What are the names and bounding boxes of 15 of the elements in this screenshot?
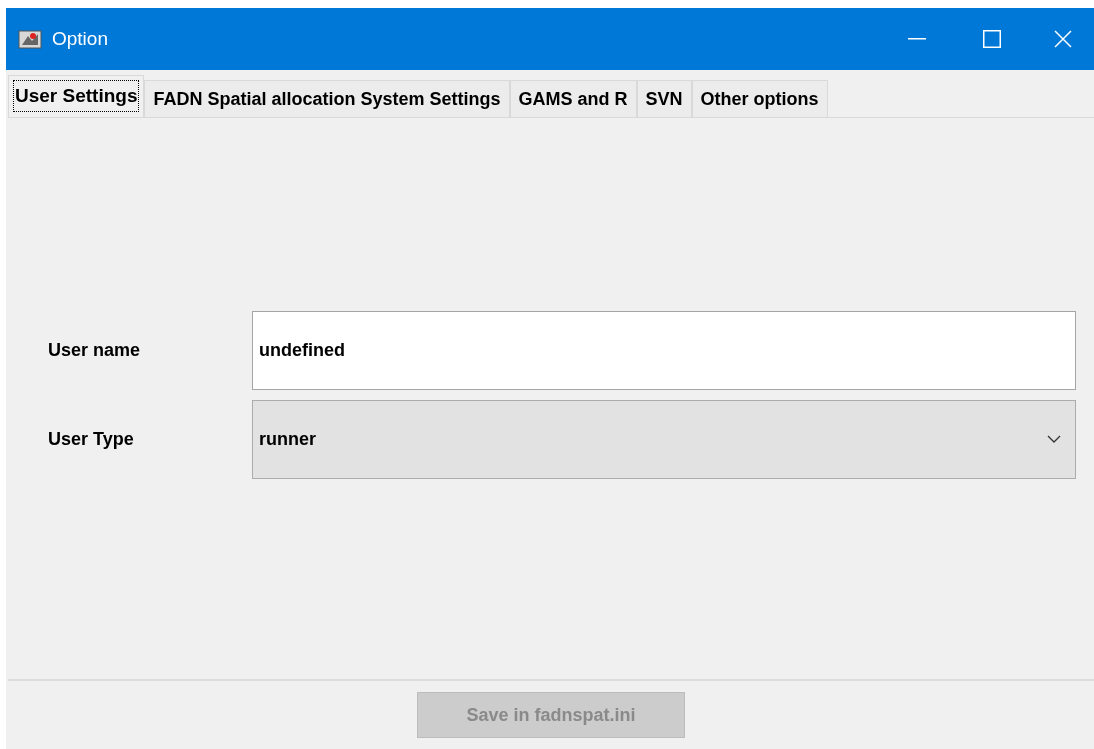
field-label: User Type: [48, 427, 135, 451]
user-type-dropdown[interactable]: runner: [252, 399, 1076, 479]
field-label: User name: [48, 338, 142, 362]
tab[interactable]: User Settings: [8, 75, 145, 117]
chevron-down-icon: [1047, 435, 1061, 443]
tab[interactable]: GAMS and R: [509, 80, 637, 117]
user-name-field[interactable]: undefined: [252, 310, 1076, 390]
window-title: Option: [52, 26, 108, 51]
app-icon: [18, 28, 42, 50]
close-icon: [1054, 30, 1072, 48]
tab[interactable]: Other options: [691, 80, 828, 117]
maximize-icon: [983, 30, 1001, 48]
minimize-icon: [908, 38, 926, 40]
tab[interactable]: FADN Spatial allocation System Settings: [144, 80, 510, 117]
tab[interactable]: SVN: [636, 80, 692, 117]
